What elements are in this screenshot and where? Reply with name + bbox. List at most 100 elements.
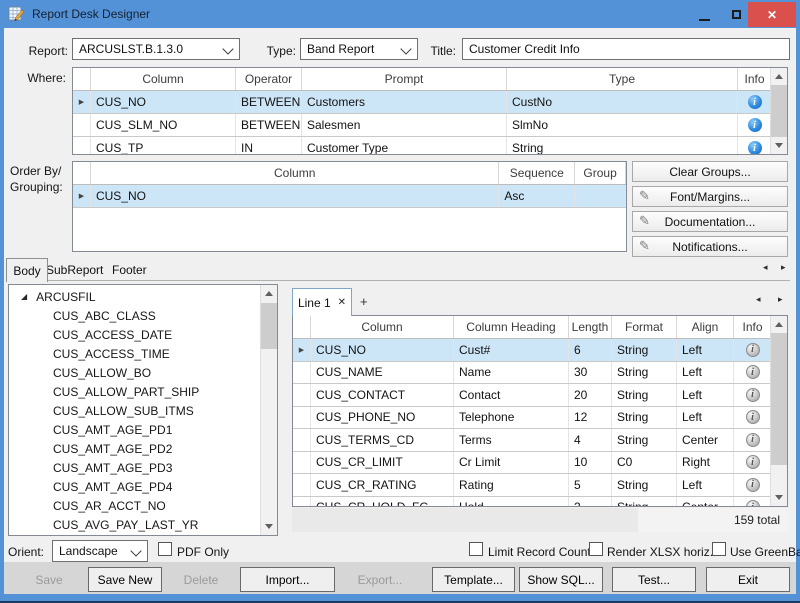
maximize-button[interactable] — [722, 2, 750, 27]
cell[interactable]: CustNo — [507, 91, 738, 113]
tree-item[interactable]: CUS_ABC_CLASS — [9, 306, 260, 325]
cell[interactable]: C0 — [612, 452, 677, 474]
column-header[interactable]: Type — [507, 68, 738, 90]
cell[interactable]: CUS_NO — [91, 185, 499, 207]
side-button-clear-groups[interactable]: Clear Groups... — [632, 161, 788, 182]
cell[interactable]: Center — [677, 497, 734, 508]
info-icon[interactable]: i — [746, 478, 760, 492]
column-header[interactable]: Column — [311, 316, 454, 338]
row-selector[interactable]: ▶ — [73, 185, 91, 207]
column-header[interactable]: Prompt — [302, 68, 507, 90]
column-header[interactable]: Sequence — [499, 162, 575, 184]
cell[interactable]: 20 — [569, 384, 612, 406]
tree-item[interactable]: CUS_ACCESS_DATE — [9, 325, 260, 344]
cell[interactable]: 5 — [569, 474, 612, 496]
row-selector[interactable] — [293, 452, 311, 474]
cell[interactable]: 12 — [569, 407, 612, 429]
column-header[interactable]: Format — [612, 316, 677, 338]
cell[interactable]: Name — [454, 362, 569, 384]
tab-subreport[interactable]: SubReport — [46, 263, 103, 277]
table-row[interactable]: CUS_PHONE_NOTelephone12StringLefti — [293, 407, 787, 430]
cell[interactable]: String — [612, 497, 677, 508]
tab-body[interactable]: Body — [6, 258, 48, 282]
cell[interactable]: String — [612, 429, 677, 451]
side-button-notifications[interactable]: ✎Notifications... — [632, 236, 788, 257]
info-icon[interactable]: i — [746, 343, 760, 357]
table-row[interactable]: CUS_TPINCustomer TypeStringi — [73, 137, 787, 155]
template-button[interactable]: Template... — [432, 567, 515, 592]
cell[interactable]: 6 — [569, 339, 612, 361]
tree-root-arcusfil[interactable]: ◢ ARCUSFIL — [9, 287, 260, 306]
column-header[interactable]: Info — [738, 68, 772, 90]
info-cell[interactable]: i — [738, 114, 772, 136]
cell[interactable]: CUS_SLM_NO — [91, 114, 236, 136]
cell[interactable]: Contact — [454, 384, 569, 406]
scroll-down-button[interactable] — [771, 489, 787, 506]
exit-button[interactable]: Exit — [706, 567, 790, 592]
line-tab-scroll-left-icon[interactable]: ◂ — [756, 294, 761, 305]
title-input[interactable]: Customer Credit Info — [462, 38, 790, 60]
info-icon[interactable]: i — [746, 388, 760, 402]
row-selector[interactable] — [73, 114, 91, 136]
tree-item[interactable]: CUS_AVG_PAY_LAST_YR — [9, 515, 260, 534]
cell[interactable]: CUS_CR_HOLD_FG — [311, 497, 454, 508]
cell[interactable]: Terms — [454, 429, 569, 451]
tab-footer[interactable]: Footer — [112, 263, 147, 277]
limit-record-count-checkbox[interactable] — [469, 542, 483, 556]
cell[interactable]: 10 — [569, 452, 612, 474]
cell[interactable]: 4 — [569, 429, 612, 451]
tree-item[interactable]: CUS_ALLOW_BO — [9, 363, 260, 382]
cell[interactable]: Customer Type — [302, 137, 507, 155]
column-header[interactable]: Info — [734, 316, 772, 338]
column-header[interactable]: Column — [91, 162, 500, 184]
cell[interactable]: Asc — [499, 185, 575, 207]
info-cell[interactable]: i — [734, 474, 772, 496]
tab-scroll-left-icon[interactable]: ◂ — [763, 262, 768, 273]
info-icon[interactable]: i — [748, 141, 762, 155]
cell[interactable]: String — [507, 137, 738, 155]
scroll-thumb[interactable] — [771, 333, 787, 465]
table-row[interactable]: CUS_NAMEName30StringLefti — [293, 362, 787, 385]
tree-scrollbar[interactable] — [260, 285, 277, 535]
cell[interactable]: Hold — [454, 497, 569, 508]
cell[interactable]: BETWEEN — [236, 114, 302, 136]
row-selector[interactable] — [73, 137, 91, 155]
info-icon[interactable]: i — [748, 95, 762, 109]
cell[interactable]: Left — [677, 474, 734, 496]
cell[interactable]: Cr Limit — [454, 452, 569, 474]
cell[interactable]: CUS_PHONE_NO — [311, 407, 454, 429]
import-button[interactable]: Import... — [240, 567, 335, 592]
info-cell[interactable]: i — [738, 91, 772, 113]
info-cell[interactable]: i — [734, 452, 772, 474]
cell[interactable]: Left — [677, 362, 734, 384]
test-button[interactable]: Test... — [612, 567, 696, 592]
use-greenbar-checkbox[interactable] — [712, 542, 726, 556]
scroll-up-button[interactable] — [771, 316, 787, 333]
report-combobox[interactable]: ARCUSLST.B.1.3.0 — [72, 38, 240, 60]
tab-line-1[interactable]: Line 1 ✕ — [292, 288, 352, 316]
cell[interactable]: Customers — [302, 91, 507, 113]
tree-item[interactable]: CUS_AMT_AGE_PD2 — [9, 439, 260, 458]
info-icon[interactable]: i — [746, 365, 760, 379]
table-row[interactable]: CUS_CR_HOLD_FGHold2StringCenteri — [293, 497, 787, 508]
scroll-thumb[interactable] — [771, 85, 787, 137]
cell[interactable]: CUS_TP — [91, 137, 236, 155]
where-scrollbar[interactable] — [770, 68, 787, 154]
table-row[interactable]: CUS_CR_LIMITCr Limit10C0Righti — [293, 452, 787, 475]
info-cell[interactable]: i — [734, 384, 772, 406]
cell[interactable]: 2 — [569, 497, 612, 508]
cell[interactable]: Left — [677, 384, 734, 406]
render-xlsx-checkbox[interactable] — [589, 542, 603, 556]
cell[interactable]: CUS_CONTACT — [311, 384, 454, 406]
columns-scrollbar[interactable] — [770, 316, 787, 506]
table-row[interactable]: ▶CUS_NOBETWEENCustomersCustNoi — [73, 91, 787, 114]
row-selector[interactable] — [293, 384, 311, 406]
info-cell[interactable]: i — [734, 429, 772, 451]
column-header[interactable]: Operator — [236, 68, 302, 90]
cell[interactable]: 30 — [569, 362, 612, 384]
tree-item[interactable]: CUS_AR_ACCT_NO — [9, 496, 260, 515]
titlebar[interactable]: Report Desk Designer ✕ — [0, 0, 800, 28]
cell[interactable]: SlmNo — [507, 114, 738, 136]
row-selector[interactable] — [293, 429, 311, 451]
cell[interactable]: Telephone — [454, 407, 569, 429]
